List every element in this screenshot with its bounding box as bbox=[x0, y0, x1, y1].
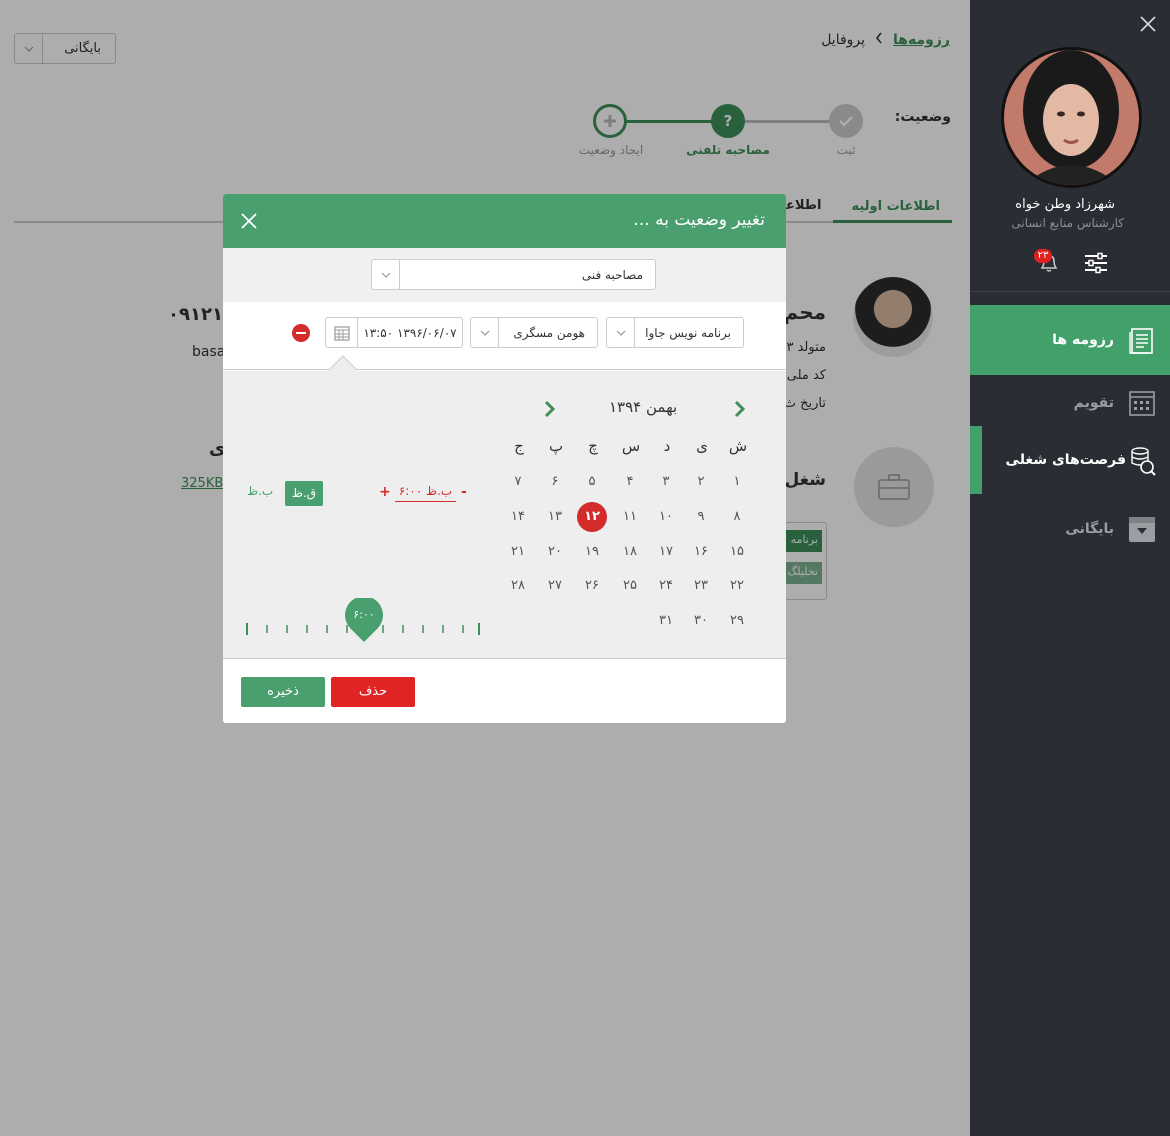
sidebar-item-archive[interactable]: بایگانی bbox=[970, 494, 1170, 564]
calendar-day[interactable]: ۲۳ bbox=[686, 571, 716, 601]
chevron-right-icon[interactable] bbox=[732, 400, 746, 418]
calendar-day[interactable]: ۱۸ bbox=[615, 537, 645, 567]
job-position-value: برنامه نویس جاوا bbox=[645, 325, 731, 340]
calendar-month-label: بهمن ۱۳۹۴ bbox=[609, 398, 678, 416]
calendar-icon[interactable] bbox=[326, 318, 358, 347]
modal-footer: حذف ذخیره bbox=[223, 659, 786, 723]
calendar-day[interactable]: ۵ bbox=[577, 467, 607, 497]
avatar bbox=[1001, 47, 1142, 188]
sidebar-item-label: تقویم bbox=[1073, 395, 1114, 411]
calendar-day[interactable]: ۳ bbox=[651, 467, 681, 497]
archive-icon bbox=[1128, 515, 1156, 543]
chevron-down-icon bbox=[372, 260, 400, 289]
calendar-weekday: ی bbox=[696, 437, 708, 455]
calendar-weekday: س bbox=[621, 437, 641, 455]
calendar-day[interactable]: ۲۴ bbox=[651, 571, 681, 601]
datetime-input[interactable]: ۱۳:۵۰ ۱۳۹۶/۰۶/۰۷ bbox=[325, 317, 463, 348]
calendar-day[interactable]: ۸ bbox=[722, 502, 752, 532]
sidebar-item-resumes[interactable]: رزومه ها bbox=[970, 305, 1170, 375]
modal-header: تغییر وضعیت به ... bbox=[223, 194, 786, 248]
time-slider-handle[interactable]: ۶:۰۰ bbox=[345, 596, 383, 644]
interviewer-value: هومن مسگری bbox=[513, 325, 585, 340]
time-value: ۶:۰۰ ب.ظ bbox=[395, 484, 456, 502]
calendar-day[interactable]: ۲۲ bbox=[722, 571, 752, 601]
close-icon[interactable] bbox=[241, 213, 257, 229]
change-status-modal: تغییر وضعیت به ... مصاحبه فنی برنامه نوی… bbox=[223, 194, 786, 723]
calendar-weekday: ش bbox=[728, 437, 748, 455]
job-search-icon bbox=[1128, 446, 1156, 476]
save-button[interactable]: ذخیره bbox=[241, 677, 325, 707]
status-select[interactable]: مصاحبه فنی bbox=[371, 259, 656, 290]
calendar-day[interactable]: ۲ bbox=[686, 467, 716, 497]
calendar-weekday: پ bbox=[548, 437, 564, 455]
chevron-right-icon[interactable] bbox=[542, 400, 556, 418]
calendar-day[interactable]: ۱۴ bbox=[503, 502, 533, 532]
am-toggle-button[interactable]: ق.ظ bbox=[285, 481, 323, 506]
calendar-day[interactable]: ۲۵ bbox=[615, 571, 645, 601]
calendar-day[interactable]: ۱۶ bbox=[686, 537, 716, 567]
sidebar-item-label: بایگانی bbox=[1065, 521, 1114, 537]
status-select-value: مصاحبه فنی bbox=[581, 267, 643, 282]
document-icon bbox=[1128, 326, 1156, 354]
calendar-day-selected[interactable]: ۱۲ bbox=[577, 502, 607, 532]
calendar-day[interactable]: ۳۱ bbox=[651, 606, 681, 636]
calendar-day[interactable]: ۱۹ bbox=[577, 537, 607, 567]
status-type-row: مصاحبه فنی bbox=[223, 248, 786, 302]
calendar-day[interactable]: ۷ bbox=[503, 467, 533, 497]
time-increment-button[interactable]: + bbox=[379, 484, 391, 500]
calendar-day[interactable]: ۱۱ bbox=[615, 502, 645, 532]
sidebar-item-label: رزومه ها bbox=[1052, 332, 1114, 348]
chevron-down-icon bbox=[607, 318, 635, 347]
calendar-day[interactable]: ۳۰ bbox=[686, 606, 716, 636]
calendar-day[interactable]: ۲۸ bbox=[503, 571, 533, 601]
popover-pointer bbox=[328, 355, 358, 371]
close-icon[interactable] bbox=[1139, 15, 1157, 33]
calendar-day[interactable]: ۱۳ bbox=[540, 502, 570, 532]
calendar-day[interactable]: ۱ bbox=[722, 467, 752, 497]
datetime-picker: بهمن ۱۳۹۴ شیدسچپج ۱ ۲ ۳ ۴ ۵ ۶ ۷ ۸ ۹ ۱۰ ۱۱ ۱۲ ۱۳ ۱۴ ۱۵ ۱… bbox=[223, 371, 786, 659]
interview-details-row: برنامه نویس جاوا هومن مسگری ۱۳:۵۰ ۱۳۹۶/۰… bbox=[223, 302, 786, 370]
user-name: شهرزاد وطن خواه bbox=[1015, 197, 1115, 212]
sidebar-item-label: فرصت‌های شغلی bbox=[1005, 452, 1126, 468]
sidebar-item-job-opportunities[interactable]: فرصت‌های شغلی bbox=[982, 426, 1170, 494]
calendar-day[interactable]: ۶ bbox=[540, 467, 570, 497]
calendar-day[interactable]: ۲۱ bbox=[503, 537, 533, 567]
sidebar-divider bbox=[970, 291, 1170, 292]
time-slider-label: ۶:۰۰ bbox=[353, 608, 375, 621]
calendar-day[interactable]: ۲۷ bbox=[540, 571, 570, 601]
calendar-icon bbox=[1128, 389, 1156, 417]
calendar-day[interactable]: ۲۹ bbox=[722, 606, 752, 636]
job-position-select[interactable]: برنامه نویس جاوا bbox=[606, 317, 744, 348]
calendar-day[interactable]: ۱۰ bbox=[651, 502, 681, 532]
modal-title: تغییر وضعیت به ... bbox=[633, 210, 765, 230]
delete-button[interactable]: حذف bbox=[331, 677, 415, 707]
remove-icon[interactable] bbox=[292, 324, 310, 342]
calendar-weekday: چ bbox=[588, 437, 598, 455]
sidebar-hover-indicator bbox=[970, 426, 982, 494]
pm-toggle-button[interactable]: ب.ظ bbox=[247, 484, 273, 498]
interviewer-select[interactable]: هومن مسگری bbox=[470, 317, 598, 348]
calendar-day[interactable]: ۲۰ bbox=[540, 537, 570, 567]
calendar-weekday: ج bbox=[514, 437, 524, 455]
calendar-day[interactable]: ۲۶ bbox=[577, 571, 607, 601]
calendar-weekday: د bbox=[663, 437, 671, 455]
calendar-day[interactable]: ۱۷ bbox=[651, 537, 681, 567]
time-decrement-button[interactable]: - bbox=[461, 484, 467, 500]
calendar-day[interactable]: ۹ bbox=[686, 502, 716, 532]
chevron-down-icon bbox=[471, 318, 499, 347]
calendar-day[interactable]: ۱۵ bbox=[722, 537, 752, 567]
sliders-icon[interactable] bbox=[1084, 252, 1108, 274]
user-role: کارشناس منابع انسانی bbox=[1011, 216, 1124, 230]
calendar-day[interactable]: ۴ bbox=[615, 467, 645, 497]
notification-badge: ۲۳ bbox=[1034, 249, 1052, 263]
datetime-value: ۱۳:۵۰ ۱۳۹۶/۰۶/۰۷ bbox=[363, 325, 457, 340]
